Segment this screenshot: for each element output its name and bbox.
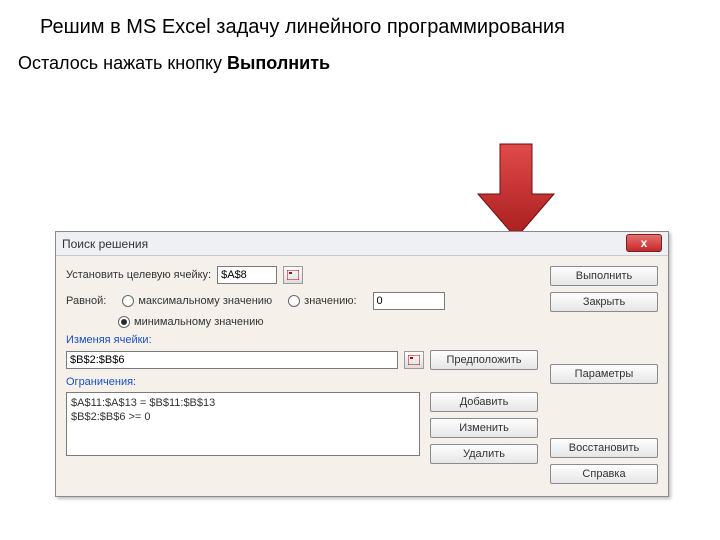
range-picker-icon <box>408 355 420 365</box>
add-constraint-button[interactable]: Добавить <box>430 392 538 412</box>
slide-subtitle-pre: Осталось нажать кнопку <box>18 53 227 73</box>
radio-icon <box>122 295 134 307</box>
target-ref-button[interactable] <box>283 266 303 284</box>
close-dialog-button[interactable]: Закрыть <box>550 292 658 312</box>
changing-section-label: Изменяя ячейки: <box>66 334 538 346</box>
run-button[interactable]: Выполнить <box>550 266 658 286</box>
suggest-button[interactable]: Предположить <box>430 350 538 370</box>
delete-constraint-button[interactable]: Удалить <box>430 444 538 464</box>
radio-icon <box>288 295 300 307</box>
equal-value-input[interactable] <box>373 292 445 310</box>
constraint-line[interactable]: $B$2:$B$6 >= 0 <box>71 410 415 424</box>
radio-min-label: минимальному значению <box>134 316 264 328</box>
arrow-icon <box>472 140 560 240</box>
radio-icon <box>118 316 130 328</box>
titlebar-text: Поиск решения <box>62 237 148 251</box>
reset-button[interactable]: Восстановить <box>550 438 658 458</box>
help-button[interactable]: Справка <box>550 464 658 484</box>
dialog-right: Выполнить Закрыть Параметры Восстановить… <box>550 266 658 484</box>
constraints-section-label: Ограничения: <box>66 376 538 388</box>
constraint-line[interactable]: $A$11:$A$13 = $B$11:$B$13 <box>71 396 415 410</box>
radio-value[interactable]: значению: <box>288 295 356 307</box>
constraints-list[interactable]: $A$11:$A$13 = $B$11:$B$13 $B$2:$B$6 >= 0 <box>66 392 420 456</box>
changing-ref-button[interactable] <box>404 351 424 369</box>
dialog-left: Установить целевую ячейку: Равной: макси… <box>66 266 538 484</box>
edit-constraint-button[interactable]: Изменить <box>430 418 538 438</box>
target-cell-label: Установить целевую ячейку: <box>66 269 211 281</box>
close-icon: x <box>641 236 648 250</box>
slide-title: Решим в MS Excel задачу линейного програ… <box>0 0 720 53</box>
range-picker-icon <box>287 270 299 280</box>
slide-subtitle: Осталось нажать кнопку Выполнить <box>0 53 720 74</box>
radio-value-label: значению: <box>304 295 356 307</box>
changing-cells-input[interactable] <box>66 351 398 369</box>
slide-subtitle-bold: Выполнить <box>227 53 330 73</box>
equal-label: Равной: <box>66 295 106 307</box>
target-cell-input[interactable] <box>217 266 277 284</box>
options-button[interactable]: Параметры <box>550 364 658 384</box>
radio-max[interactable]: максимальному значению <box>122 295 272 307</box>
close-button[interactable]: x <box>626 234 662 252</box>
solver-dialog: Поиск решения x Установить целевую ячейк… <box>55 231 669 497</box>
radio-min[interactable]: минимальному значению <box>118 316 538 328</box>
radio-max-label: максимальному значению <box>138 295 272 307</box>
titlebar: Поиск решения x <box>56 232 668 256</box>
